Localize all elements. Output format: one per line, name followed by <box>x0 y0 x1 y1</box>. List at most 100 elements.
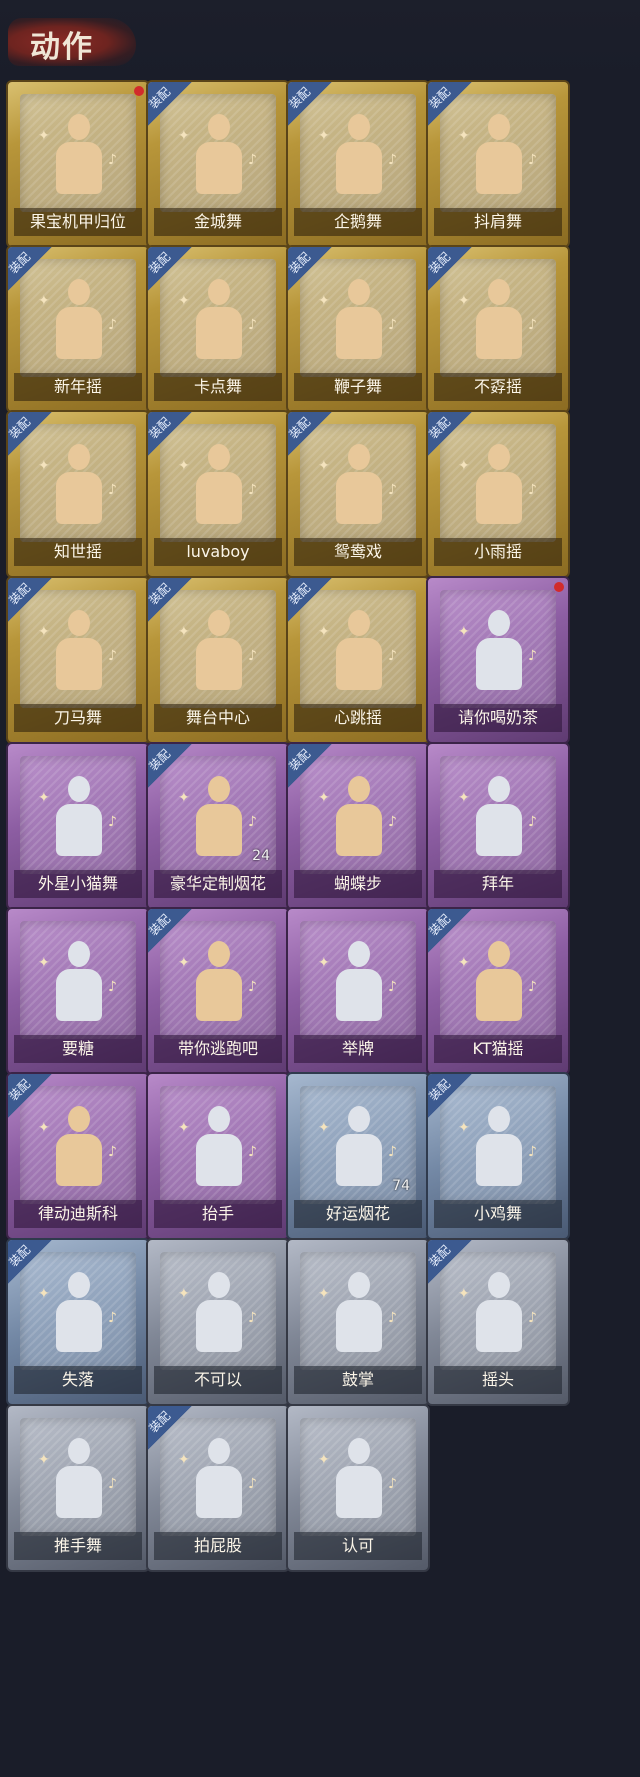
equipped-badge-label: 装配 <box>146 746 174 774</box>
dancer-figure-icon <box>464 604 532 694</box>
emote-card[interactable]: ✦ ♪ 不孬摇 装配 <box>426 245 570 413</box>
figure-head <box>348 444 370 470</box>
sparkle-icon: ✦ <box>318 624 330 640</box>
dancer-figure-icon <box>324 935 392 1025</box>
emote-card[interactable]: ✦ ♪ 带你逃跑吧 装配 <box>146 907 290 1075</box>
music-note-icon: ♪ <box>108 1310 117 1326</box>
sparkle-icon: ✦ <box>178 790 190 806</box>
emote-card[interactable]: ✦ ♪ 74 好运烟花 <box>286 1072 430 1240</box>
music-note-icon: ♪ <box>248 1310 257 1326</box>
dancer-figure-icon <box>44 108 112 198</box>
figure-body <box>56 1300 102 1352</box>
figure-body <box>336 307 382 359</box>
dancer-figure-icon <box>44 1100 112 1190</box>
emote-card[interactable]: ✦ ♪ 不可以 <box>146 1238 290 1406</box>
emote-card[interactable]: ✦ ♪ 要糖 <box>6 907 150 1075</box>
emote-card[interactable]: ✦ ♪ 举牌 <box>286 907 430 1075</box>
emote-card[interactable]: ✦ ♪ 抬手 <box>146 1072 290 1240</box>
figure-head <box>208 444 230 470</box>
emote-card[interactable]: ✦ ♪ 心跳摇 装配 <box>286 576 430 744</box>
music-note-icon: ♪ <box>528 979 537 995</box>
emote-card[interactable]: ✦ ♪ 24 豪华定制烟花 装配 <box>146 742 290 910</box>
emote-card[interactable]: ✦ ♪ 企鹅舞 装配 <box>286 80 430 248</box>
figure-body <box>336 638 382 690</box>
equipped-badge: 装配 <box>288 82 334 128</box>
sparkle-icon: ✦ <box>458 1286 470 1302</box>
emote-card[interactable]: ✦ ♪ 鞭子舞 装配 <box>286 245 430 413</box>
emote-card[interactable]: ✦ ♪ 蝴蝶步 装配 <box>286 742 430 910</box>
figure-head <box>208 1106 230 1132</box>
equipped-badge: 装配 <box>148 578 194 624</box>
emote-card[interactable]: ✦ ♪ 拜年 <box>426 742 570 910</box>
emote-card[interactable]: ✦ ♪ 新年摇 装配 <box>6 245 150 413</box>
dancer-figure-icon <box>324 1266 392 1356</box>
emote-card[interactable]: ✦ ♪ 律动迪斯科 装配 <box>6 1072 150 1240</box>
equipped-badge-label: 装配 <box>146 249 174 277</box>
equipped-badge: 装配 <box>8 1074 54 1120</box>
figure-head <box>68 610 90 636</box>
music-note-icon: ♪ <box>108 317 117 333</box>
emote-card[interactable]: ✦ ♪ luvaboy 装配 <box>146 410 290 578</box>
sparkle-icon: ✦ <box>178 458 190 474</box>
dancer-figure-icon <box>464 108 532 198</box>
emote-card[interactable]: ✦ ♪ 小鸡舞 装配 <box>426 1072 570 1240</box>
dancer-figure-icon <box>184 108 252 198</box>
figure-body <box>336 804 382 856</box>
emote-card[interactable]: ✦ ♪ 舞台中心 装配 <box>146 576 290 744</box>
music-note-icon: ♪ <box>388 1310 397 1326</box>
emote-card[interactable]: ✦ ♪ 推手舞 <box>6 1404 150 1572</box>
emote-card[interactable]: ✦ ♪ 卡点舞 装配 <box>146 245 290 413</box>
music-note-icon: ♪ <box>108 1476 117 1492</box>
figure-head <box>348 1272 370 1298</box>
equipped-badge: 装配 <box>288 744 334 790</box>
dancer-figure-icon <box>464 1266 532 1356</box>
figure-head <box>208 941 230 967</box>
dancer-figure-icon <box>44 273 112 363</box>
item-count: 24 <box>252 848 270 864</box>
dancer-figure-icon <box>324 1100 392 1190</box>
equipped-badge: 装配 <box>428 1240 474 1286</box>
emote-card[interactable]: ✦ ♪ 请你喝奶茶 <box>426 576 570 744</box>
emote-card[interactable]: ✦ ♪ 外星小猫舞 <box>6 742 150 910</box>
emote-card[interactable]: ✦ ♪ KT猫摇 装配 <box>426 907 570 1075</box>
dancer-figure-icon <box>464 935 532 1025</box>
dancer-figure-icon <box>184 935 252 1025</box>
emote-name: 不可以 <box>154 1366 282 1394</box>
emote-card[interactable]: ✦ ♪ 刀马舞 装配 <box>6 576 150 744</box>
music-note-icon: ♪ <box>248 482 257 498</box>
emote-name: 刀马舞 <box>14 704 142 732</box>
emote-card[interactable]: ✦ ♪ 摇头 装配 <box>426 1238 570 1406</box>
emote-card[interactable]: ✦ ♪ 小雨摇 装配 <box>426 410 570 578</box>
emote-card[interactable]: ✦ ♪ 拍屁股 装配 <box>146 1404 290 1572</box>
figure-body <box>476 638 522 690</box>
dancer-figure-icon <box>324 438 392 528</box>
emote-card[interactable]: ✦ ♪ 鼓掌 <box>286 1238 430 1406</box>
emote-card[interactable]: ✦ ♪ 抖肩舞 装配 <box>426 80 570 248</box>
sparkle-icon: ✦ <box>178 1452 190 1468</box>
emote-card[interactable]: ✦ ♪ 知世摇 装配 <box>6 410 150 578</box>
emote-name: 金城舞 <box>154 208 282 236</box>
equipped-badge: 装配 <box>286 412 334 458</box>
emote-name: 心跳摇 <box>294 704 422 732</box>
figure-body <box>56 969 102 1021</box>
emote-name: 认可 <box>294 1532 422 1560</box>
music-note-icon: ♪ <box>248 979 257 995</box>
music-note-icon: ♪ <box>388 1144 397 1160</box>
figure-body <box>476 804 522 856</box>
equipped-badge: 装配 <box>146 744 194 790</box>
emote-card[interactable]: ✦ ♪ 果宝机甲归位 <box>6 80 150 248</box>
emote-card[interactable]: ✦ ♪ 鸳鸯戏 装配 <box>286 410 430 578</box>
emote-card[interactable]: ✦ ♪ 失落 装配 <box>6 1238 150 1406</box>
equipped-badge-label: 装配 <box>286 414 314 442</box>
equipped-badge: 装配 <box>148 1406 194 1452</box>
sparkle-icon: ✦ <box>318 1452 330 1468</box>
music-note-icon: ♪ <box>248 648 257 664</box>
figure-head <box>488 776 510 802</box>
emote-card[interactable]: ✦ ♪ 认可 <box>286 1404 430 1572</box>
equipped-badge-label: 装配 <box>426 249 454 277</box>
music-note-icon: ♪ <box>108 152 117 168</box>
equipped-badge-label: 装配 <box>426 414 454 442</box>
emote-name: KT猫摇 <box>434 1035 562 1063</box>
emote-card[interactable]: ✦ ♪ 金城舞 装配 <box>146 80 290 248</box>
figure-head <box>348 279 370 305</box>
